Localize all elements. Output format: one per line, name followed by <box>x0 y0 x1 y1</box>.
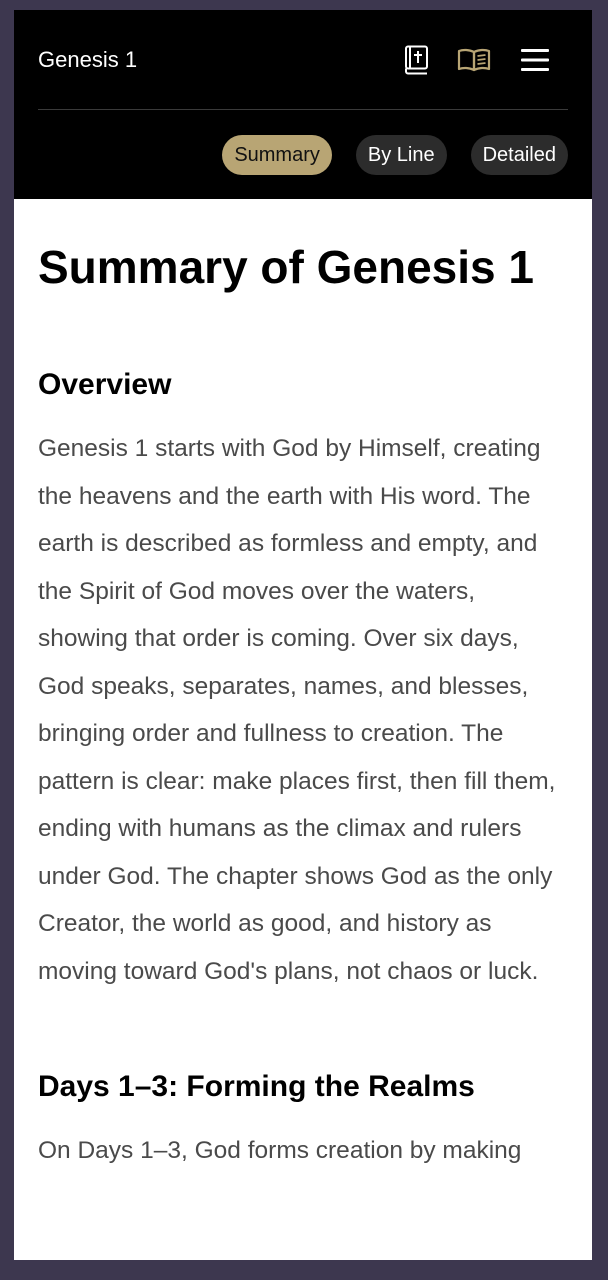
hamburger-menu-icon[interactable] <box>520 43 550 77</box>
tab-by-line[interactable]: By Line <box>355 135 447 175</box>
header: Genesis 1 Summary By Line Detailed <box>14 10 592 199</box>
open-book-icon[interactable] <box>457 43 491 77</box>
page-title: Summary of Genesis 1 <box>38 241 534 293</box>
section-text-days-1-3: On Days 1–3, God forms creation by makin… <box>38 1137 522 1164</box>
section-text-overview: Genesis 1 starts with God by Himself, cr… <box>38 435 556 985</box>
section-heading-overview: Overview <box>38 368 172 401</box>
top-bar: Genesis 1 <box>38 10 568 110</box>
bible-icon[interactable] <box>404 43 430 77</box>
tab-detailed[interactable]: Detailed <box>470 135 568 175</box>
view-tabs: Summary By Line Detailed <box>222 135 568 175</box>
section-heading-days-1-3: Days 1–3: Forming the Realms <box>38 1070 475 1103</box>
tab-summary[interactable]: Summary <box>222 135 332 175</box>
app-frame: Genesis 1 Summary By Line Detailed Summa… <box>14 10 592 1260</box>
chapter-title: Genesis 1 <box>38 47 138 72</box>
main-content: Summary of Genesis 1 Overview Genesis 1 … <box>14 199 592 1175</box>
